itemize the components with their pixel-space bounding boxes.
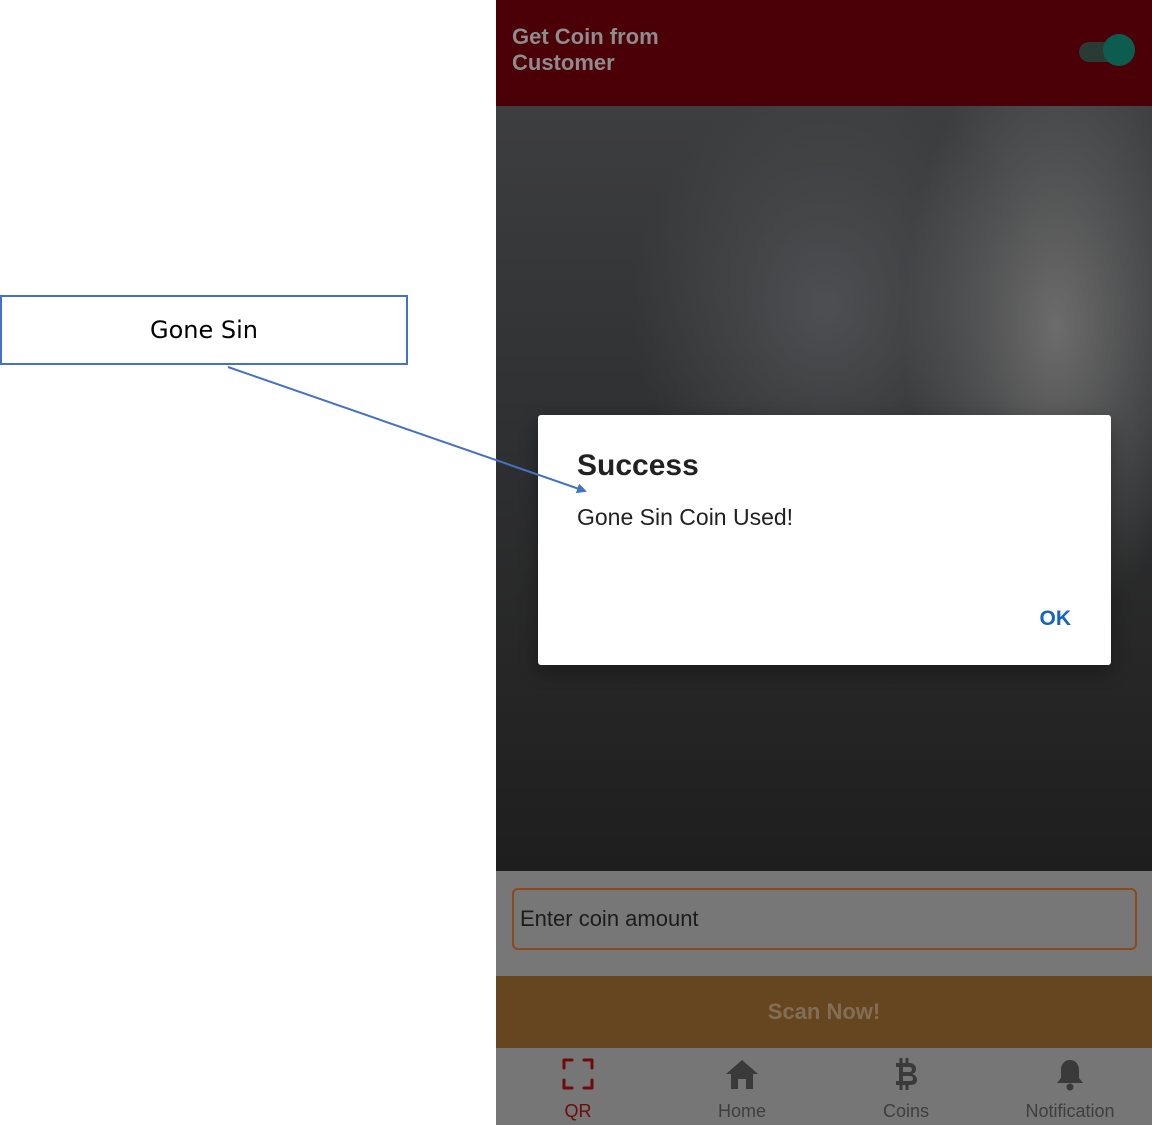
- nav-item-coins[interactable]: Coins: [824, 1048, 988, 1125]
- nav-label-home: Home: [717, 1101, 766, 1121]
- annotation-label: Gone Sin: [150, 316, 258, 344]
- coin-amount-input[interactable]: [512, 888, 1137, 950]
- qr-scan-icon: [562, 1058, 594, 1090]
- bell-icon: [1057, 1060, 1083, 1091]
- nav-item-home[interactable]: Home: [660, 1048, 824, 1125]
- phone-screen: Get Coin from Customer Scan Now! QR: [496, 0, 1152, 1125]
- toggle-thumb: [1103, 34, 1135, 66]
- ok-button[interactable]: OK: [1040, 607, 1072, 631]
- app-header: Get Coin from Customer: [496, 0, 1152, 106]
- nav-item-qr[interactable]: QR: [496, 1048, 660, 1125]
- dialog-title: Success: [577, 449, 699, 482]
- nav-label-coins: Coins: [882, 1101, 930, 1121]
- bottom-nav: QR Home Coins Notification: [496, 1048, 1152, 1125]
- nav-label-notification: Notification: [1025, 1101, 1115, 1121]
- home-icon: [726, 1060, 758, 1089]
- nav-item-notification[interactable]: Notification: [988, 1048, 1152, 1125]
- annotation-callout: Gone Sin: [0, 295, 408, 365]
- success-dialog: Success Gone Sin Coin Used! OK: [538, 415, 1111, 665]
- scan-now-button[interactable]: Scan Now!: [496, 976, 1152, 1048]
- page-title: Get Coin from Customer: [512, 24, 659, 75]
- coin-input-area: [496, 871, 1152, 976]
- mode-toggle[interactable]: [1079, 34, 1135, 66]
- screenshot-canvas: Gone Sin Get Coin from Customer Scan Now…: [0, 0, 1152, 1125]
- bitcoin-icon: [896, 1058, 917, 1090]
- dialog-message: Gone Sin Coin Used!: [577, 504, 794, 530]
- nav-label-qr: QR: [564, 1101, 592, 1121]
